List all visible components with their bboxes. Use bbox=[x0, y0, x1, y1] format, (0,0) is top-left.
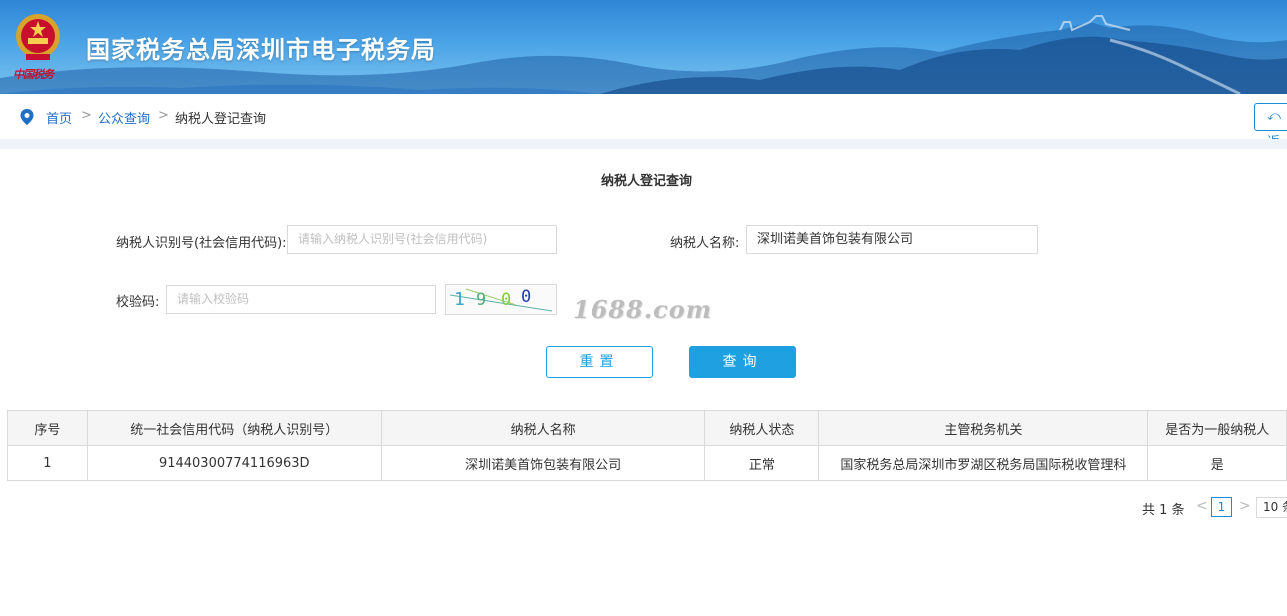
section-divider bbox=[0, 139, 1287, 149]
captcha-char-4: 0 bbox=[521, 287, 531, 307]
column-header-status: 纳税人状态 bbox=[704, 410, 820, 446]
captcha-char-2: 9 bbox=[476, 290, 486, 310]
cell-index: 1 bbox=[7, 445, 88, 481]
back-button[interactable]: ⤺返 bbox=[1254, 103, 1287, 150]
table-header-row: 序号 统一社会信用代码（纳税人识别号） 纳税人名称 纳税人状态 主管税务机关 是… bbox=[7, 410, 1287, 446]
form-title: 纳税人登记查询 bbox=[600, 174, 692, 189]
prev-page-button[interactable]: < bbox=[1196, 498, 1208, 514]
captcha-input[interactable]: 请输入校验码 bbox=[166, 285, 436, 314]
breadcrumb-home-link[interactable]: 首页 bbox=[46, 108, 72, 127]
taxpayer-name-input[interactable]: 深圳诺美首饰包装有限公司 bbox=[746, 225, 1038, 254]
query-button[interactable]: 查询 bbox=[689, 346, 796, 378]
breadcrumb-separator: > bbox=[158, 108, 169, 123]
column-header-index: 序号 bbox=[7, 410, 88, 446]
location-pin-icon bbox=[20, 109, 34, 125]
watermark: 1688.com bbox=[573, 295, 713, 324]
captcha-label: 校验码: bbox=[116, 295, 160, 310]
captcha-char-3: 0 bbox=[501, 290, 511, 310]
breadcrumb: 首页 > 公众查询 > 纳税人登记查询 ⤺返 bbox=[0, 94, 1287, 150]
captcha-graphic: 1 9 0 0 bbox=[449, 287, 553, 312]
breadcrumb-public-query-link[interactable]: 公众查询 bbox=[98, 108, 150, 127]
cell-general-taxpayer: 是 bbox=[1147, 445, 1287, 481]
captcha-image[interactable]: 1 9 0 0 bbox=[445, 284, 557, 315]
site-header: 中国税务 国家税务总局深圳市电子税务局 bbox=[0, 0, 1287, 94]
table-row[interactable]: 1 91440300774116963D 深圳诺美首饰包装有限公司 正常 国家税… bbox=[7, 445, 1287, 481]
taxpayer-name-label: 纳税人名称: bbox=[670, 236, 740, 251]
breadcrumb-current: 纳税人登记查询 bbox=[175, 112, 267, 127]
tax-brand-caption: 中国税务 bbox=[13, 68, 54, 81]
column-header-tax-authority: 主管税务机关 bbox=[818, 410, 1149, 446]
column-header-general-taxpayer: 是否为一般纳税人 bbox=[1147, 410, 1287, 446]
next-page-button[interactable]: > bbox=[1239, 498, 1251, 514]
national-emblem-icon bbox=[16, 14, 60, 60]
site-title: 国家税务总局深圳市电子税务局 bbox=[86, 36, 436, 64]
current-page-button[interactable]: 1 bbox=[1211, 497, 1232, 517]
page-size-select[interactable]: 10 条 bbox=[1256, 497, 1287, 518]
captcha-char-1: 1 bbox=[454, 289, 465, 310]
breadcrumb-separator: > bbox=[81, 108, 92, 123]
cell-credit-code: 91440300774116963D bbox=[86, 445, 382, 481]
results-table: 序号 统一社会信用代码（纳税人识别号） 纳税人名称 纳税人状态 主管税务机关 是… bbox=[7, 410, 1287, 481]
column-header-credit-code: 统一社会信用代码（纳税人识别号） bbox=[86, 410, 382, 446]
taxpayer-id-input[interactable]: 请输入纳税人识别号(社会信用代码) bbox=[287, 225, 557, 254]
cell-status: 正常 bbox=[704, 445, 820, 481]
taxpayer-id-label: 纳税人识别号(社会信用代码): bbox=[116, 236, 287, 251]
cell-tax-authority: 国家税务总局深圳市罗湖区税务局国际税收管理科 bbox=[818, 445, 1149, 481]
query-form-panel: 纳税人登记查询 纳税人识别号(社会信用代码): 请输入纳税人识别号(社会信用代码… bbox=[6, 149, 1287, 544]
cell-taxpayer-name: 深圳诺美首饰包装有限公司 bbox=[380, 445, 706, 481]
back-arrow-icon: ⤺ bbox=[1267, 109, 1281, 124]
column-header-taxpayer-name: 纳税人名称 bbox=[380, 410, 706, 446]
pagination-total: 共 1 条 bbox=[1142, 503, 1185, 518]
reset-button[interactable]: 重置 bbox=[546, 346, 653, 378]
